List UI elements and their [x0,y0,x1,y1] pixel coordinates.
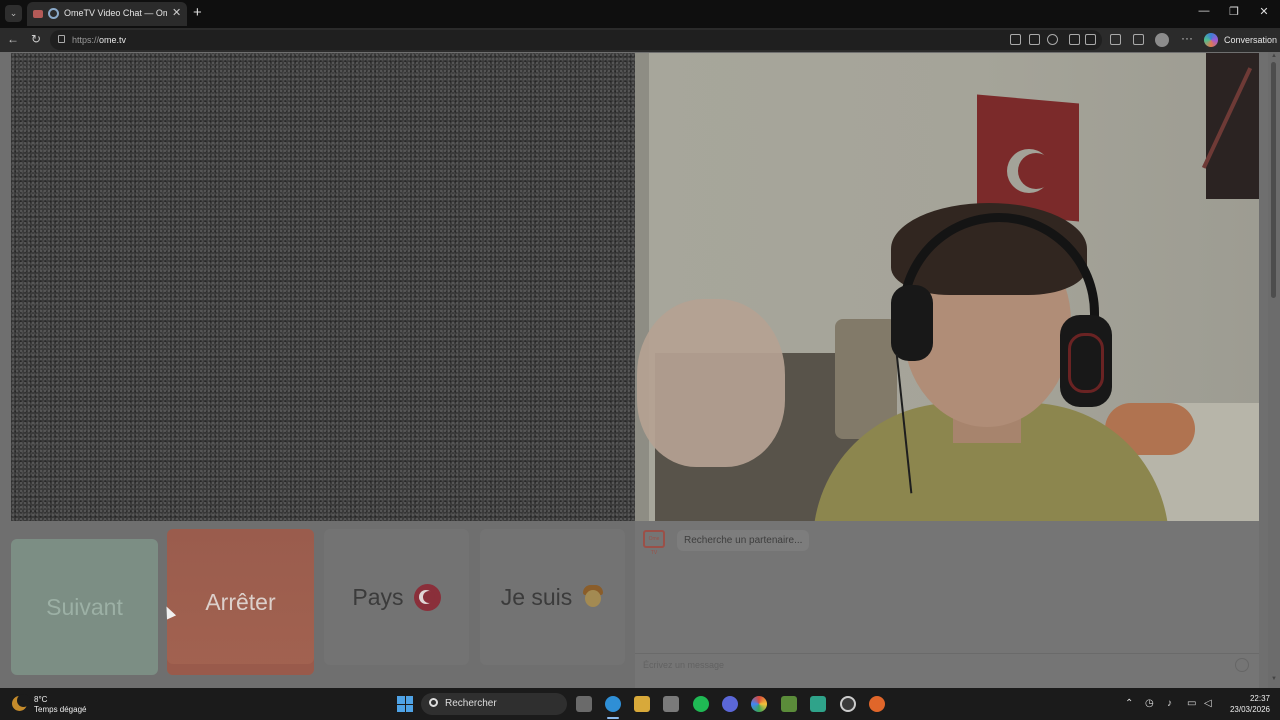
ometv-logo: Ome TV [643,530,665,556]
favorite-star-icon[interactable] [1069,34,1080,45]
tray-overflow-icon[interactable]: ⌃ [1125,698,1133,709]
weather-temperature[interactable]: 8°C [34,695,47,704]
edge-icon[interactable] [605,696,621,712]
tray-sync-icon[interactable]: ◷ [1145,698,1154,709]
video-waving-hand [637,299,785,467]
video-doorframe [635,53,649,521]
tab-audio-icon [33,10,43,18]
video-flag-crescent-inner [1018,153,1054,189]
edge-active-indicator [607,717,619,719]
taskbar-search[interactable]: Rechercher [421,693,567,715]
obs-icon[interactable] [840,696,856,712]
video-wall-poster [1206,53,1259,199]
scroll-thumb[interactable] [1271,62,1276,298]
url-text[interactable]: https://ome.tv [72,35,126,45]
copilot-label: Conversation [1224,35,1278,45]
discord-icon[interactable] [722,696,738,712]
minimize-icon[interactable]: — [1196,5,1212,17]
taskbar-search-label: Rechercher [445,698,497,709]
microphone-icon[interactable]: ♪ [1167,698,1172,709]
tracking-prevention-icon[interactable] [1047,34,1058,45]
chat-divider [635,653,1259,654]
video-headphones-ring [1068,333,1104,393]
lock-icon [58,35,65,43]
camera-icon[interactable] [1085,34,1096,45]
firefox-icon[interactable] [869,696,885,712]
refresh-icon[interactable]: ↻ [31,32,41,46]
copilot-icon [1204,33,1218,47]
window-close-icon[interactable]: ✕ [1256,5,1272,18]
new-tab-icon[interactable]: + [193,4,202,21]
gender-label: Je suis [500,583,573,610]
gender-button[interactable]: Je suis [480,529,625,665]
next-label: Suivant [46,593,123,620]
tab-close-icon[interactable]: ✕ [172,6,181,19]
stop-button[interactable]: Arrêter [167,529,314,675]
android-studio-icon[interactable] [810,696,826,712]
minecraft-icon[interactable] [781,696,797,712]
clock-time[interactable]: 22:37 [1238,694,1270,703]
turkey-flag-icon [413,583,441,611]
boy-emoji-icon [582,585,604,609]
control-panel: Suivant Arrêter Pays Je suis [0,521,635,688]
more-options-icon[interactable]: ··· [1181,31,1193,45]
chrome-icon[interactable] [751,696,767,712]
chat-status-message: Recherche un partenaire... [677,530,810,551]
stop-label: Arrêter [205,588,276,615]
chat-message-input[interactable] [643,660,1203,670]
profile-icon[interactable] [1155,33,1169,47]
country-label: Pays [352,583,404,610]
video-headphones-left [891,285,933,361]
extensions-icon[interactable] [1110,34,1121,45]
weather-moon-icon[interactable] [12,694,30,711]
partner-video [635,53,1259,521]
task-view-icon[interactable] [576,696,592,712]
reading-view-icon[interactable] [1010,34,1021,45]
country-button[interactable]: Pays [324,529,469,665]
clock-date[interactable]: 23/03/2026 [1222,705,1270,714]
store-icon[interactable] [663,696,679,712]
chat-panel: Ome TV Recherche un partenaire... [635,521,1259,688]
tab-title: OmeTV Video Chat — Omegl [64,8,167,18]
spotify-icon[interactable] [693,696,709,712]
address-bar: ← ↻ https://ome.tv ··· Conversation [0,28,1280,52]
search-icon [429,698,438,707]
scroll-down-icon[interactable]: ▼ [1271,676,1277,682]
browser-tab-bar: ⌄ OmeTV Video Chat — Omegl ✕ + — ❐ ✕ [0,0,1280,28]
url-field[interactable]: https://ome.tv [50,30,1102,50]
windows-start-icon[interactable] [397,696,413,712]
file-explorer-icon[interactable] [634,696,650,712]
browser-tab[interactable]: OmeTV Video Chat — Omegl ✕ [27,2,187,26]
tab-list-button[interactable]: ⌄ [5,5,22,22]
weather-description[interactable]: Temps dégagé [34,705,86,714]
emoji-icon[interactable] [1235,658,1249,672]
scroll-up-icon[interactable]: ▲ [1271,53,1277,59]
tab-favicon-icon [48,8,59,19]
translate-icon[interactable] [1029,34,1040,45]
favorites-icon[interactable] [1133,34,1144,45]
network-icon[interactable]: ▭ [1187,698,1196,709]
next-button[interactable]: Suivant [11,539,158,675]
volume-icon[interactable]: ◁ [1204,698,1212,709]
ometv-page: Suivant Arrêter Pays Je suis Ome TV Rech… [0,52,1280,688]
restore-icon[interactable]: ❐ [1226,5,1242,18]
page-scrollbar[interactable]: ▲ ▼ [1268,52,1280,688]
windows-taskbar: 8°C Temps dégagé Rechercher ⌃ ◷ ♪ ▭ ◁ 22… [0,688,1280,720]
back-icon[interactable]: ← [7,32,19,46]
self-video-static [11,53,635,521]
